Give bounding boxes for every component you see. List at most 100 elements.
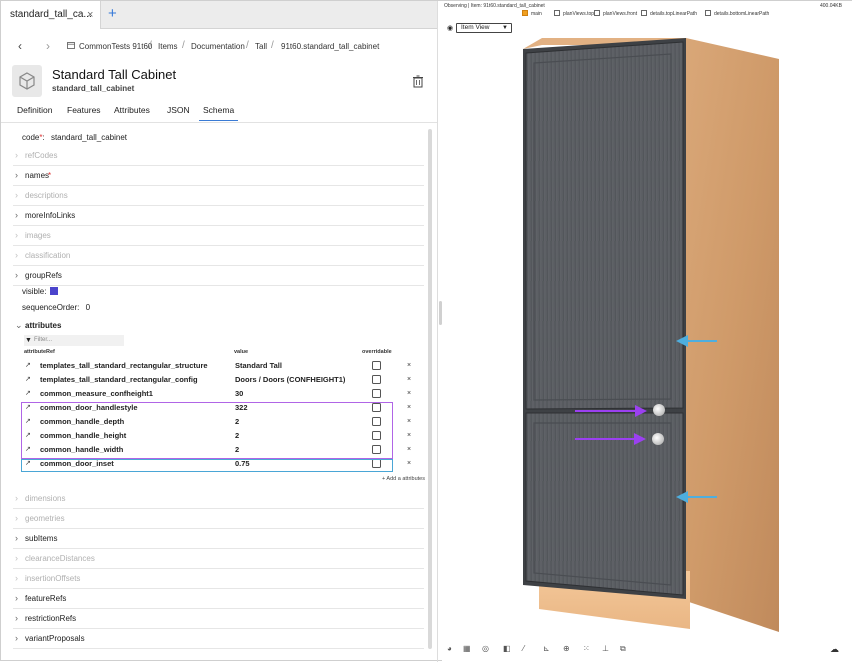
column-header-attributeref: attributeRef bbox=[24, 349, 55, 355]
column-header-overridable: overridable bbox=[362, 349, 392, 355]
schema-row-images[interactable]: › images bbox=[13, 226, 424, 246]
overridable-checkbox[interactable] bbox=[372, 361, 381, 370]
sequence-value[interactable]: 0 bbox=[86, 303, 90, 312]
left-pane: standard_tall_ca... × + ‹ › CommonTests … bbox=[1, 1, 438, 662]
remove-attribute-icon[interactable]: × bbox=[407, 401, 411, 415]
attribute-ref[interactable]: common_measure_confheight1 bbox=[40, 387, 153, 401]
tab-schema[interactable]: Schema bbox=[199, 105, 239, 121]
scrollbar[interactable] bbox=[428, 129, 432, 649]
sequence-label: sequenceOrder: bbox=[22, 303, 80, 312]
external-link-icon[interactable]: ↗ bbox=[25, 359, 31, 373]
chevron-right-icon: › bbox=[15, 633, 18, 643]
forward-button[interactable]: › bbox=[46, 39, 50, 53]
attribute-row: ↗ common_measure_confheight1 30 × bbox=[23, 387, 421, 401]
breadcrumb-item-items[interactable]: Items bbox=[158, 42, 178, 51]
attribute-value[interactable]: Standard Tall bbox=[235, 359, 282, 373]
schema-row-names[interactable]: › names * bbox=[13, 166, 424, 186]
schema-row-clearancedistances[interactable]: › clearanceDistances bbox=[13, 549, 424, 569]
tab-attributes[interactable]: Attributes bbox=[114, 105, 150, 115]
schema-row-insertionoffsets[interactable]: › insertionOffsets bbox=[13, 569, 424, 589]
schema-row-classification[interactable]: › classification bbox=[13, 246, 424, 266]
attribute-row: ↗ templates_tall_standard_rectangular_con… bbox=[23, 373, 421, 387]
page-title: Standard Tall Cabinet bbox=[52, 67, 177, 82]
add-attribute-button[interactable]: + Add a attributes bbox=[382, 476, 425, 482]
document-tab[interactable]: standard_tall_ca... × bbox=[1, 1, 101, 29]
required-marker: * bbox=[48, 171, 52, 180]
remove-attribute-icon[interactable]: × bbox=[407, 359, 411, 373]
cube-icon bbox=[12, 65, 42, 97]
brush-icon[interactable]: ⁄ bbox=[523, 644, 524, 653]
attribute-ref[interactable]: templates_tall_standard_rectangular_conf… bbox=[40, 373, 198, 387]
remove-attribute-icon[interactable]: × bbox=[407, 429, 411, 443]
schema-row-dimensions[interactable]: › dimensions bbox=[13, 489, 424, 509]
door-knob-lower bbox=[652, 433, 664, 445]
dots-grid-icon[interactable]: ⁙ bbox=[583, 644, 590, 653]
code-value[interactable]: standard_tall_cabinet bbox=[51, 133, 127, 142]
overridable-checkbox[interactable] bbox=[372, 389, 381, 398]
viewer-pane: Observing | Item: 91t60.standard_tall_ca… bbox=[442, 1, 852, 662]
chevron-right-icon: › bbox=[15, 210, 18, 220]
tab-json[interactable]: JSON bbox=[167, 105, 190, 115]
schema-row-restrictionrefs[interactable]: › restrictionRefs bbox=[13, 609, 424, 629]
breadcrumb-item-tall[interactable]: Tall bbox=[255, 42, 267, 51]
hierarchy-icon[interactable]: ⊥ bbox=[602, 644, 609, 653]
compass-icon[interactable]: ◎ bbox=[482, 644, 489, 653]
schema-row-descriptions[interactable]: › descriptions bbox=[13, 186, 424, 206]
required-marker: * bbox=[39, 133, 43, 142]
schema-row-subitems[interactable]: › subItems bbox=[13, 529, 424, 549]
schema-row-label: classification bbox=[25, 251, 71, 260]
chevron-right-icon: › bbox=[15, 230, 18, 240]
schema-row-label: images bbox=[25, 231, 51, 240]
attribute-ref[interactable]: templates_tall_standard_rectangular_stru… bbox=[40, 359, 208, 373]
tab-bar: standard_tall_ca... × + bbox=[1, 1, 437, 29]
schema-row-geometries[interactable]: › geometries bbox=[13, 509, 424, 529]
remove-attribute-icon[interactable]: × bbox=[407, 415, 411, 429]
schema-row-featurerefs[interactable]: › featureRefs bbox=[13, 589, 424, 609]
external-link-icon[interactable]: ↗ bbox=[25, 387, 31, 401]
remove-attribute-icon[interactable]: × bbox=[407, 387, 411, 401]
schema-row-label: refCodes bbox=[25, 151, 58, 160]
attribute-value[interactable]: 30 bbox=[235, 387, 243, 401]
breadcrumb-item-project[interactable]: CommonTests 91t60 bbox=[79, 42, 152, 51]
remove-attribute-icon[interactable]: × bbox=[407, 443, 411, 457]
ruler-icon[interactable]: ⊾ bbox=[543, 644, 550, 653]
back-button[interactable]: ‹ bbox=[18, 39, 22, 53]
cloud-download-icon[interactable]: ☁ bbox=[830, 644, 839, 655]
target-icon[interactable]: ⊕ bbox=[563, 644, 570, 653]
tab-definition[interactable]: Definition bbox=[17, 105, 52, 115]
close-icon[interactable]: × bbox=[87, 1, 93, 29]
cabinet-upper-door bbox=[525, 41, 684, 410]
external-link-icon[interactable]: ↗ bbox=[25, 373, 31, 387]
trash-icon[interactable] bbox=[412, 75, 424, 91]
schema-row-label: variantProposals bbox=[25, 634, 85, 643]
3d-viewport[interactable] bbox=[442, 1, 852, 662]
app-window: standard_tall_ca... × + ‹ › CommonTests … bbox=[0, 0, 852, 662]
remove-attribute-icon[interactable]: × bbox=[407, 457, 411, 471]
layers-icon[interactable]: ◧ bbox=[503, 644, 511, 653]
copy-icon[interactable]: ⧉ bbox=[620, 644, 626, 654]
cabinet-side-panel bbox=[686, 38, 779, 632]
chevron-right-icon: › bbox=[15, 190, 18, 200]
schema-row-variantproposals[interactable]: › variantProposals bbox=[13, 629, 424, 649]
door-knob-upper bbox=[653, 404, 665, 416]
grid-icon[interactable]: ▦ bbox=[463, 644, 471, 653]
chevron-right-icon: › bbox=[15, 250, 18, 260]
schema-row-label: restrictionRefs bbox=[25, 614, 77, 623]
attributes-section-header[interactable]: ⌄ attributes bbox=[13, 316, 424, 336]
overridable-checkbox[interactable] bbox=[372, 375, 381, 384]
chevron-right-icon: › bbox=[15, 593, 18, 603]
attribute-value[interactable]: Doors / Doors (CONFHEIGHT1) bbox=[235, 373, 345, 387]
filter-input[interactable]: ▼ Filter... bbox=[24, 335, 124, 346]
breadcrumb-item-documentation[interactable]: Documentation bbox=[191, 42, 245, 51]
new-tab-button[interactable]: + bbox=[108, 4, 117, 24]
palette-icon[interactable]: ◕ bbox=[447, 644, 452, 653]
remove-attribute-icon[interactable]: × bbox=[407, 373, 411, 387]
visible-checkbox[interactable] bbox=[50, 287, 59, 295]
schema-row-label: clearanceDistances bbox=[25, 554, 95, 563]
schema-row-moreinfolinks[interactable]: › moreInfoLinks bbox=[13, 206, 424, 226]
breadcrumb-item-current[interactable]: 91t60.standard_tall_cabinet bbox=[281, 42, 379, 51]
schema-row-grouprefs[interactable]: › groupRefs bbox=[13, 266, 424, 286]
schema-row-refcodes[interactable]: › refCodes bbox=[13, 146, 424, 166]
highlight-box-door-inset bbox=[21, 459, 393, 472]
tab-features[interactable]: Features bbox=[67, 105, 101, 115]
